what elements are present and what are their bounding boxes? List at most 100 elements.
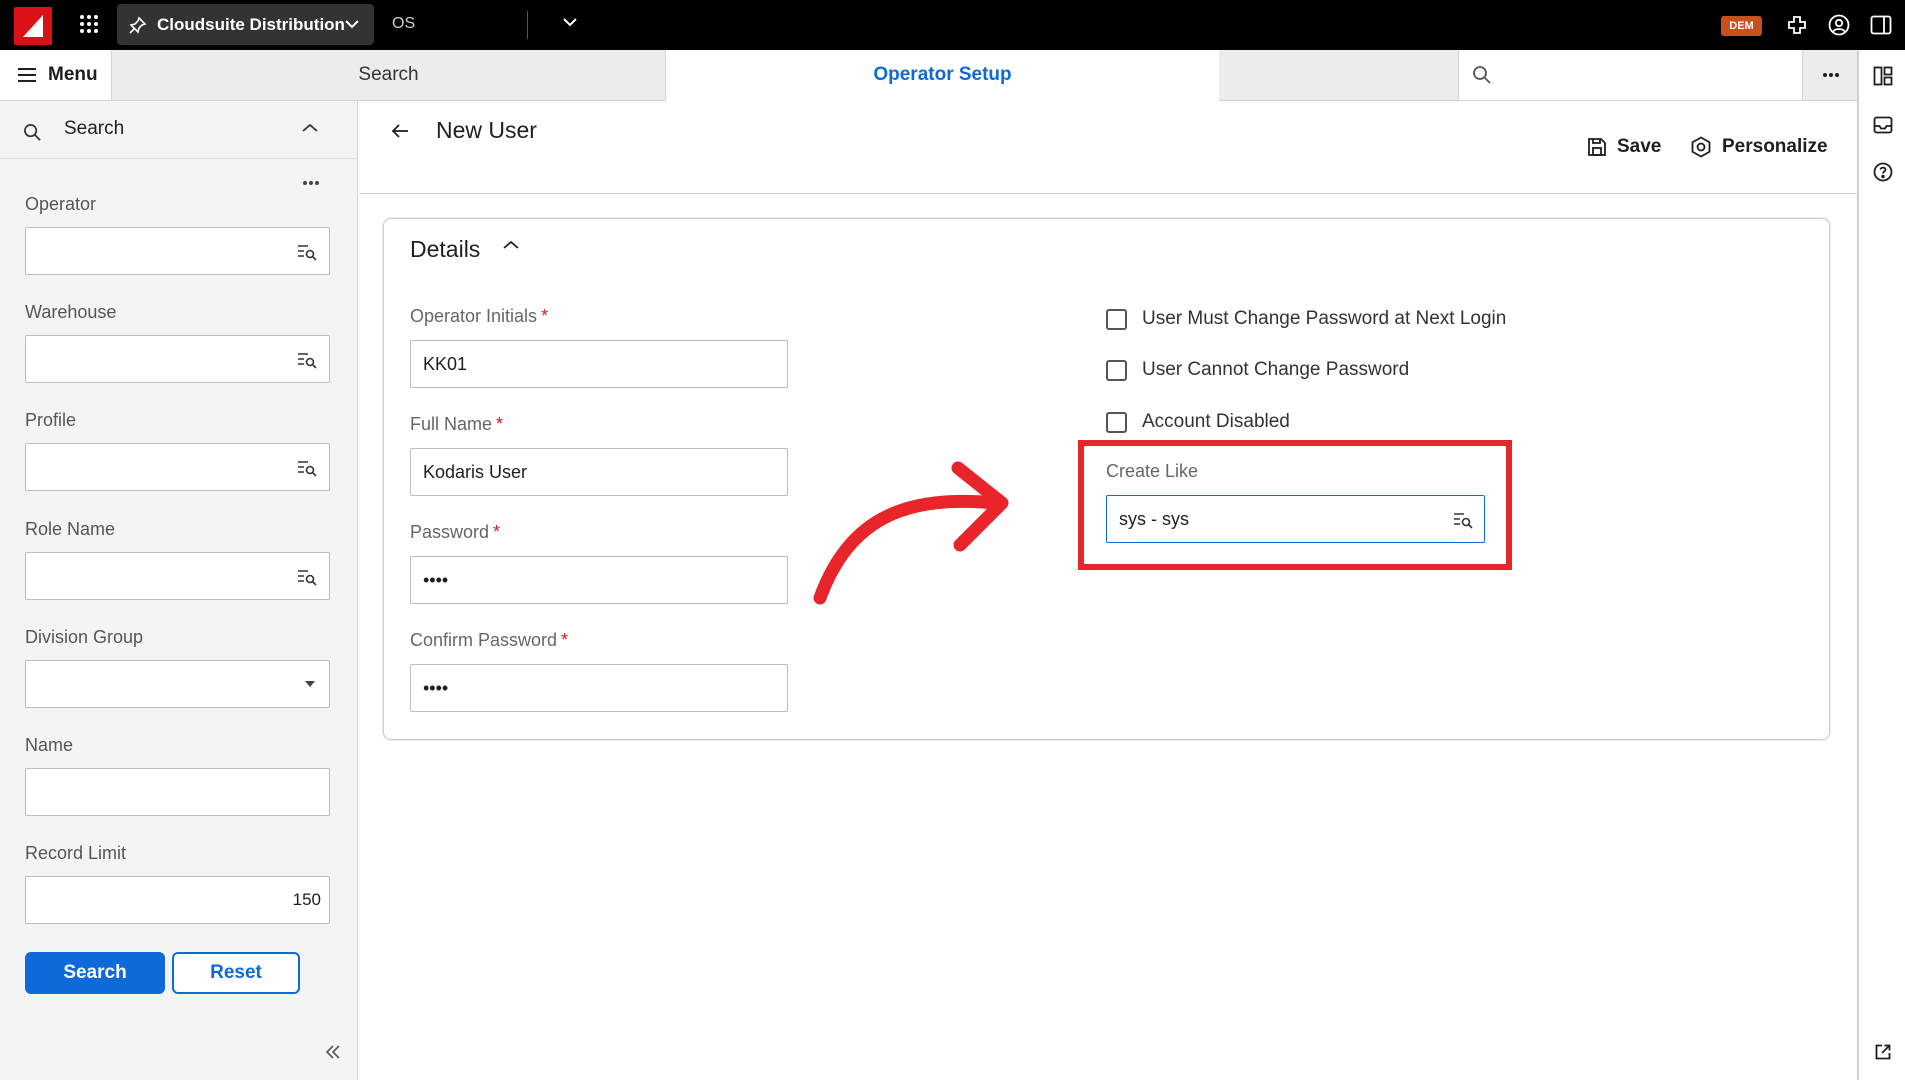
- personalize-label: Personalize: [1722, 136, 1828, 157]
- page-title: New User: [436, 117, 537, 143]
- save-icon: [1588, 138, 1606, 156]
- logo-icon[interactable]: [14, 7, 52, 45]
- menu-button[interactable]: Menu: [0, 50, 112, 100]
- full-name-label: Full Name *: [410, 414, 503, 435]
- global-search[interactable]: [1459, 50, 1803, 100]
- checkbox[interactable]: [1106, 411, 1127, 433]
- record-limit-label: Record Limit: [25, 843, 127, 863]
- operator-initials-label-text: Operator Initials: [410, 306, 538, 326]
- checkbox[interactable]: [1106, 308, 1127, 330]
- plugin-icon[interactable]: [1786, 14, 1808, 36]
- role-name-label: Role Name: [25, 519, 116, 539]
- name-field[interactable]: [25, 768, 330, 816]
- name-input[interactable]: [36, 775, 286, 809]
- operator-field[interactable]: [25, 227, 330, 275]
- workspace-switcher[interactable]: Cloudsuite Distribution: [117, 4, 374, 45]
- top-bar: Cloudsuite Distribution OS DEM: [0, 0, 1905, 50]
- password-label: Password *: [410, 522, 500, 543]
- more-horizontal-icon[interactable]: [302, 180, 320, 186]
- division-group-input[interactable]: [36, 667, 286, 701]
- warehouse-field[interactable]: [25, 335, 330, 383]
- back-arrow-icon[interactable]: [390, 121, 410, 141]
- lookup-icon[interactable]: [297, 568, 317, 586]
- profile-field[interactable]: [25, 443, 330, 491]
- context-label[interactable]: OS: [392, 15, 415, 33]
- search-panel-title: Search: [64, 118, 125, 139]
- warehouse-input[interactable]: [36, 342, 286, 376]
- password-label-text: Password: [410, 522, 490, 542]
- full-name-input[interactable]: [423, 455, 773, 489]
- personalize-button[interactable]: Personalize: [1690, 134, 1828, 160]
- password-input[interactable]: [423, 563, 773, 597]
- search-button[interactable]: Search: [25, 952, 165, 994]
- external-link-icon[interactable]: [1874, 1043, 1892, 1061]
- curved-arrow-icon: [800, 460, 1020, 610]
- operator-label: Operator: [25, 194, 97, 214]
- section-title: Details: [410, 236, 481, 262]
- chevron-down-icon: [345, 19, 359, 29]
- confirm-password-label-text: Confirm Password: [410, 630, 558, 650]
- lookup-icon[interactable]: [297, 459, 317, 477]
- chevron-up-icon[interactable]: [503, 240, 519, 250]
- layout-icon[interactable]: [1873, 66, 1893, 86]
- role-name-field[interactable]: [25, 552, 330, 600]
- name-label: Name: [25, 735, 74, 755]
- required-marker: *: [493, 522, 501, 542]
- profile-input[interactable]: [36, 450, 286, 484]
- record-limit-input[interactable]: [36, 883, 321, 917]
- divider: [359, 193, 1857, 194]
- double-chevron-left-icon[interactable]: [325, 1045, 341, 1059]
- tab-operator-setup[interactable]: Operator Setup: [666, 50, 1219, 101]
- operator-initials-label: Operator Initials *: [410, 306, 548, 327]
- save-button[interactable]: Save: [1587, 134, 1661, 160]
- inbox-icon[interactable]: [1873, 116, 1893, 134]
- help-icon[interactable]: [1873, 162, 1893, 182]
- division-group-label: Division Group: [25, 627, 144, 647]
- save-label: Save: [1617, 136, 1662, 157]
- user-circle-icon[interactable]: [1828, 14, 1850, 36]
- search-panel-header[interactable]: Search: [0, 101, 357, 159]
- account-disabled-checkbox[interactable]: Account Disabled: [1106, 410, 1290, 434]
- warehouse-label: Warehouse: [25, 302, 117, 322]
- lookup-icon[interactable]: [297, 351, 317, 369]
- global-search-input[interactable]: [1501, 58, 1791, 92]
- dropdown-caret-icon[interactable]: [305, 681, 315, 687]
- must-change-password-checkbox[interactable]: User Must Change Password at Next Login: [1106, 307, 1506, 331]
- required-marker: *: [561, 630, 569, 650]
- environment-badge: DEM: [1721, 16, 1762, 36]
- lookup-icon[interactable]: [297, 243, 317, 261]
- highlight-annotation: [1078, 440, 1512, 570]
- menu-label: Menu: [48, 64, 98, 85]
- full-name-label-text: Full Name: [410, 414, 493, 434]
- confirm-password-field[interactable]: [410, 664, 788, 712]
- chevron-up-icon[interactable]: [302, 123, 318, 133]
- tab-search[interactable]: Search: [112, 50, 666, 100]
- pin-icon: [129, 16, 147, 34]
- apps-grid-icon[interactable]: [79, 14, 99, 34]
- search-panel: Search Operator Warehouse Profile Role N…: [0, 101, 358, 1080]
- record-limit-field[interactable]: [25, 876, 330, 924]
- search-icon: [23, 123, 42, 142]
- checkbox[interactable]: [1106, 359, 1127, 381]
- chevron-down-icon[interactable]: [563, 17, 577, 27]
- right-rail: [1857, 50, 1905, 1080]
- search-icon: [1472, 65, 1492, 85]
- panel-toggle-icon[interactable]: [1870, 15, 1892, 35]
- profile-label: Profile: [25, 410, 77, 430]
- more-horizontal-icon[interactable]: [1822, 72, 1840, 78]
- required-marker: *: [496, 414, 504, 434]
- required-marker: *: [541, 306, 549, 326]
- confirm-password-label: Confirm Password *: [410, 630, 568, 651]
- operator-initials-input[interactable]: [423, 347, 773, 381]
- password-field[interactable]: [410, 556, 788, 604]
- tab-spacer: [1219, 50, 1459, 100]
- operator-initials-field[interactable]: [410, 340, 788, 388]
- reset-button[interactable]: Reset: [172, 952, 300, 994]
- operator-input[interactable]: [36, 234, 286, 268]
- division-group-select[interactable]: [25, 660, 330, 708]
- confirm-password-input[interactable]: [423, 671, 773, 705]
- cannot-change-password-checkbox[interactable]: User Cannot Change Password: [1106, 358, 1409, 382]
- role-name-input[interactable]: [36, 559, 286, 593]
- checkbox-label: Account Disabled: [1142, 411, 1290, 432]
- full-name-field[interactable]: [410, 448, 788, 496]
